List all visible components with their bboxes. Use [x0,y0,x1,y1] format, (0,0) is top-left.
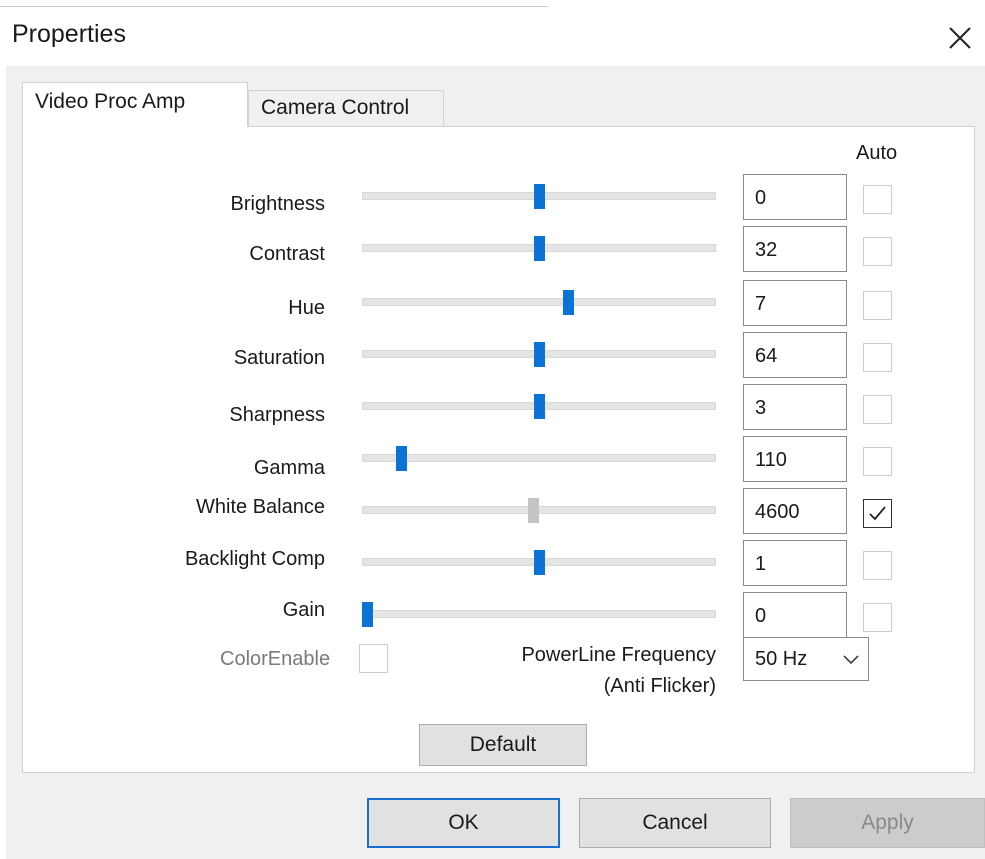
value-field[interactable]: 4600 [743,488,847,534]
tab-camera-control[interactable]: Camera Control [248,90,444,128]
color-enable-checkbox[interactable] [359,644,388,673]
value-field[interactable]: 32 [743,226,847,272]
auto-checkbox[interactable] [863,291,892,320]
checkmark-icon [869,506,886,521]
control-label: Brightness [230,193,326,215]
ok-button[interactable]: OK [367,798,560,848]
dialog-body: Video Proc Amp Camera Control Auto Brigh… [6,66,985,859]
control-label: Gain [282,599,325,621]
control-label: White Balance [196,496,325,518]
powerline-frequency-label: PowerLine Frequency [521,644,716,666]
slider-thumb[interactable] [562,290,574,315]
auto-checkbox[interactable] [863,603,892,632]
auto-column-header: Auto [856,142,898,164]
close-icon[interactable] [944,22,976,54]
value-field[interactable]: 7 [743,280,847,326]
cancel-button[interactable]: Cancel [579,798,771,848]
value-field[interactable]: 0 [743,174,847,220]
powerline-frequency-select[interactable]: 50 Hz [743,637,869,681]
value-field[interactable]: 110 [743,436,847,482]
slider-track[interactable] [362,298,716,306]
slider-track[interactable] [362,454,716,462]
tab-video-proc-amp[interactable]: Video Proc Amp [22,82,248,127]
powerline-frequency-value: 50 Hz [755,648,808,670]
auto-checkbox[interactable] [863,237,892,266]
auto-checkbox[interactable] [863,447,892,476]
control-label: Backlight Comp [184,548,325,570]
slider-thumb[interactable] [362,602,373,627]
slider-thumb[interactable] [533,342,545,367]
slider-thumb[interactable] [533,184,545,209]
window-title: Properties [12,20,126,48]
control-label: Contrast [249,243,325,265]
slider-thumb[interactable] [533,394,545,419]
chevron-down-icon [843,655,859,665]
control-label: Sharpness [229,404,325,426]
control-label: Saturation [233,347,325,369]
apply-button[interactable]: Apply [790,798,985,848]
default-button[interactable]: Default [419,724,587,766]
slider-thumb[interactable] [528,498,540,523]
auto-checkbox[interactable] [863,395,892,424]
slider-track[interactable] [362,610,716,618]
color-enable-label: ColorEnable [220,648,331,670]
auto-checkbox[interactable] [863,499,892,528]
auto-checkbox[interactable] [863,551,892,580]
value-field[interactable]: 0 [743,592,847,638]
control-label: Gamma [253,457,325,479]
powerline-frequency-sublabel: (Anti Flicker) [603,675,716,697]
auto-checkbox[interactable] [863,185,892,214]
slider-thumb[interactable] [396,446,408,471]
value-field[interactable]: 3 [743,384,847,430]
control-label: Hue [288,297,325,319]
value-field[interactable]: 64 [743,332,847,378]
slider-thumb[interactable] [533,550,545,575]
slider-thumb[interactable] [533,236,545,261]
top-divider [0,6,548,7]
auto-checkbox[interactable] [863,343,892,372]
value-field[interactable]: 1 [743,540,847,586]
